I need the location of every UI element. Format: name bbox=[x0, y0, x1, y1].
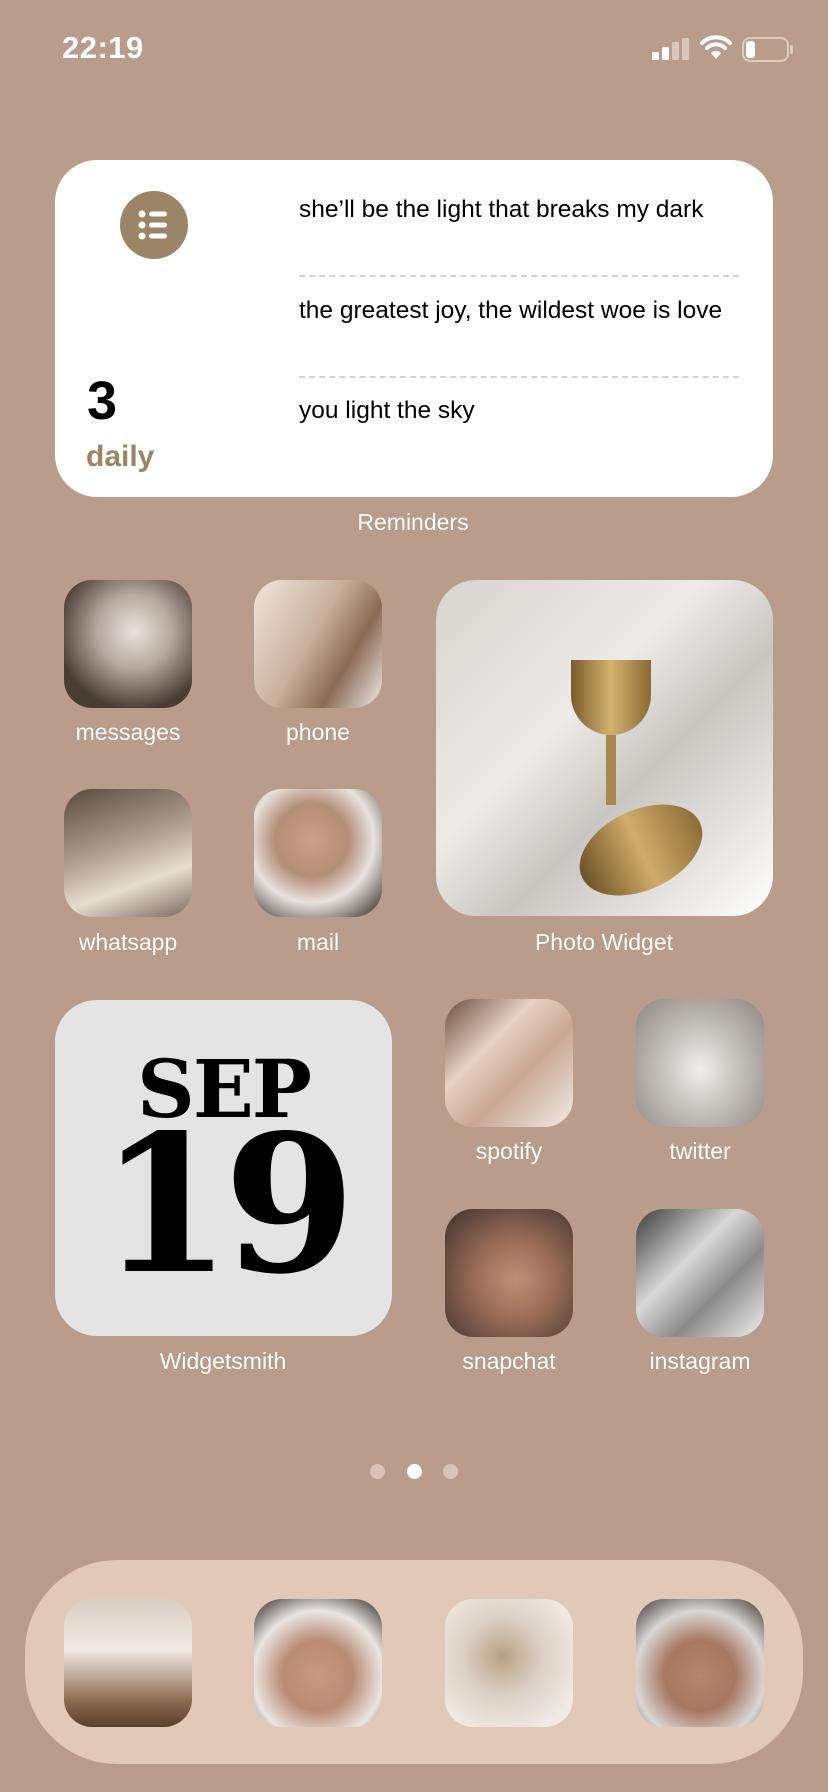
whatsapp-app-icon[interactable] bbox=[64, 789, 192, 917]
app-label: messages bbox=[75, 719, 181, 745]
dock-app-icon[interactable] bbox=[636, 1599, 764, 1727]
dock-app-icon[interactable] bbox=[64, 1599, 192, 1727]
spotify-app-icon[interactable] bbox=[445, 999, 573, 1127]
reminder-item[interactable]: the greatest joy, the wildest woe is lov… bbox=[299, 295, 749, 326]
mail-app-icon[interactable] bbox=[254, 789, 382, 917]
app-label: phone bbox=[286, 719, 350, 745]
messages-app-icon[interactable] bbox=[64, 580, 192, 708]
app-label: mail bbox=[296, 929, 340, 955]
page-dot[interactable] bbox=[370, 1464, 385, 1479]
photo-widget[interactable] bbox=[436, 580, 773, 916]
dock-app-icon[interactable] bbox=[445, 1599, 573, 1727]
wifi-icon bbox=[700, 35, 732, 59]
reminder-count: 3 bbox=[87, 371, 118, 431]
app-label: whatsapp bbox=[78, 929, 178, 955]
app-label: snapchat bbox=[462, 1348, 556, 1374]
goblet-stem bbox=[606, 735, 616, 805]
widget-label: Reminders bbox=[357, 509, 469, 535]
instagram-app-icon[interactable] bbox=[636, 1209, 764, 1337]
list-name: daily bbox=[86, 440, 155, 473]
page-dot-active[interactable] bbox=[407, 1464, 422, 1479]
reminder-item[interactable]: she’ll be the light that breaks my dark bbox=[299, 194, 749, 225]
divider bbox=[299, 376, 739, 378]
calendar-widget[interactable]: SEP 19 bbox=[55, 1000, 392, 1336]
twitter-app-icon[interactable] bbox=[636, 999, 764, 1127]
widget-label: Widgetsmith bbox=[159, 1348, 287, 1374]
cellular-signal-icon bbox=[652, 38, 689, 60]
app-label: twitter bbox=[669, 1138, 731, 1164]
widget-label: Photo Widget bbox=[534, 929, 674, 955]
divider bbox=[299, 275, 739, 277]
reminders-widget[interactable]: 3 daily she’ll be the light that breaks … bbox=[55, 160, 773, 497]
dock-app-icon[interactable] bbox=[254, 1599, 382, 1727]
status-time: 22:19 bbox=[62, 30, 144, 65]
page-dot[interactable] bbox=[443, 1464, 458, 1479]
app-label: spotify bbox=[475, 1138, 543, 1164]
list-bullet-icon bbox=[120, 191, 188, 259]
battery-icon bbox=[742, 37, 793, 62]
reminder-item[interactable]: you light the sky bbox=[299, 395, 749, 426]
goblet-image bbox=[571, 660, 651, 735]
snapchat-app-icon[interactable] bbox=[445, 1209, 573, 1337]
app-label: instagram bbox=[649, 1348, 751, 1374]
fallen-goblet-image bbox=[565, 786, 717, 914]
calendar-day: 19 bbox=[99, 1093, 355, 1316]
phone-app-icon[interactable] bbox=[254, 580, 382, 708]
